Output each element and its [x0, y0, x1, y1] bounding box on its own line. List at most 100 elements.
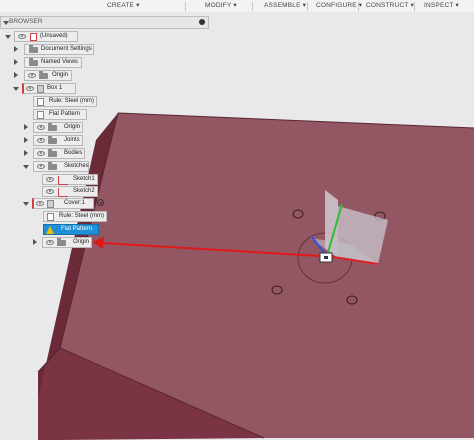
menu-modify[interactable]: MODIFY ▾: [205, 1, 237, 11]
document-settings-node[interactable]: Document Settings: [24, 44, 94, 55]
joints-node[interactable]: Joints: [33, 135, 83, 146]
document-node[interactable]: (Unsaved): [14, 31, 78, 42]
chevron-right-icon[interactable]: [14, 72, 18, 78]
chevron-down-icon[interactable]: [23, 202, 29, 206]
menu-configure[interactable]: CONFIGURE ▾: [316, 1, 362, 11]
tree-row-sketches[interactable]: Sketches: [0, 161, 200, 172]
rule-node[interactable]: Rule: Steel (mm): [43, 211, 107, 222]
menu-inspect[interactable]: INSPECT ▾: [424, 1, 459, 11]
menu-assemble[interactable]: ASSEMBLE ▾: [264, 1, 306, 11]
eye-icon[interactable]: [37, 164, 45, 169]
toolbar-divider: [358, 2, 359, 11]
origin-node[interactable]: Origin: [33, 122, 83, 133]
toolbar-divider: [307, 2, 308, 11]
folder-icon: [48, 149, 57, 157]
origin-node[interactable]: Origin: [24, 70, 72, 81]
tree-label: Sketch1: [73, 176, 95, 182]
eye-icon[interactable]: [46, 177, 54, 182]
menu-construct[interactable]: CONSTRUCT ▾: [366, 1, 414, 11]
chevron-right-icon[interactable]: [33, 239, 37, 245]
tree-label: Flat Pattern: [61, 226, 93, 232]
eye-icon[interactable]: [28, 73, 36, 78]
eye-icon[interactable]: [37, 151, 45, 156]
tree-label: Sketch2: [73, 188, 95, 194]
named-views-node[interactable]: Named Views: [24, 57, 82, 68]
tree-label: Bodies: [64, 150, 83, 156]
sketch-icon: [58, 176, 68, 185]
toolbar-divider: [414, 2, 415, 11]
tree-row-sketch2[interactable]: Sketch2: [0, 186, 200, 197]
radio-target-icon[interactable]: [97, 199, 104, 206]
chevron-down-icon[interactable]: [23, 165, 29, 169]
tree-label: Joints: [64, 137, 80, 143]
browser-title: BROWSER: [9, 18, 43, 25]
folder-icon: [48, 162, 57, 170]
tree-row-bodies[interactable]: Bodies: [0, 148, 200, 159]
tree-row-document[interactable]: (Unsaved): [0, 31, 200, 42]
box-1-component-node[interactable]: Box 1: [22, 83, 76, 94]
tree-row-flat-pattern[interactable]: Flat Pattern: [0, 109, 200, 120]
browser-panel-header[interactable]: BROWSER: [0, 16, 209, 29]
folder-icon: [29, 45, 38, 53]
tree-row-cover-1[interactable]: Cover:1: [0, 198, 200, 209]
eye-icon[interactable]: [37, 125, 45, 130]
tree-row-origin[interactable]: Origin: [0, 122, 200, 133]
tree-row-document-settings[interactable]: Document Settings: [0, 44, 200, 55]
eye-icon[interactable]: [18, 34, 26, 39]
chevron-right-icon[interactable]: [24, 150, 28, 156]
cover-1-component-node[interactable]: Cover:1: [32, 198, 94, 209]
eye-icon[interactable]: [46, 189, 54, 194]
toolbar-divider: [185, 2, 186, 11]
menu-create[interactable]: CREATE ▾: [107, 1, 140, 11]
folder-icon: [48, 136, 57, 144]
folder-icon: [39, 71, 48, 79]
tree-label: Origin: [52, 72, 69, 78]
bodies-node[interactable]: Bodies: [33, 148, 85, 159]
tree-row-box-1[interactable]: Box 1: [0, 83, 200, 94]
tree-row-sketch1[interactable]: Sketch1: [0, 174, 200, 185]
origin-node[interactable]: Origin: [42, 237, 92, 248]
tree-row-rule[interactable]: Rule: Steel (mm): [0, 96, 200, 107]
tree-label: Box 1: [47, 85, 63, 91]
component-icon: [47, 200, 54, 208]
folder-icon: [57, 238, 66, 246]
chevron-right-icon[interactable]: [24, 137, 28, 143]
sketch2-node[interactable]: Sketch2: [42, 186, 98, 197]
tree-label: (Unsaved): [40, 33, 68, 39]
tree-row-flat-pattern-selected[interactable]: Flat Pattern: [0, 224, 200, 235]
eye-icon[interactable]: [26, 86, 34, 91]
document-icon: [47, 213, 54, 221]
tree-row-named-views[interactable]: Named Views: [0, 57, 200, 68]
tree-label: Origin: [64, 124, 81, 130]
document-icon: [37, 111, 44, 119]
eye-icon[interactable]: [37, 138, 45, 143]
component-icon: [37, 85, 44, 93]
tree-row-origin[interactable]: Origin: [0, 237, 200, 248]
chevron-right-icon[interactable]: [24, 124, 28, 130]
document-icon: [37, 98, 44, 106]
sketches-node[interactable]: Sketches: [33, 161, 89, 172]
eye-icon[interactable]: [46, 240, 54, 245]
tree-row-origin[interactable]: Origin: [0, 70, 200, 81]
flat-pattern-node[interactable]: Flat Pattern: [33, 109, 87, 120]
chevron-down-icon[interactable]: [5, 35, 11, 39]
chevron-down-icon[interactable]: [13, 87, 19, 91]
tree-label: Named Views: [41, 59, 78, 65]
close-icon[interactable]: [199, 19, 205, 25]
tree-label: Sketches: [64, 163, 89, 169]
chevron-right-icon[interactable]: [14, 59, 18, 65]
warning-icon: [46, 226, 54, 234]
tree-row-joints[interactable]: Joints: [0, 135, 200, 146]
sketch1-node[interactable]: Sketch1: [42, 174, 98, 185]
origin-point-icon: [324, 256, 328, 259]
tree-label: Flat Pattern: [49, 111, 81, 117]
rule-node[interactable]: Rule: Steel (mm): [33, 96, 97, 107]
chevron-right-icon[interactable]: [14, 46, 18, 52]
tree-label: Rule: Steel (mm): [49, 98, 95, 104]
toolbar-divider: [252, 2, 253, 11]
tree-row-rule[interactable]: Rule: Steel (mm): [0, 211, 200, 222]
tree-label: Origin: [73, 239, 90, 245]
eye-icon[interactable]: [36, 201, 44, 206]
tree-label: Document Settings: [41, 46, 92, 52]
flat-pattern-node[interactable]: Flat Pattern: [43, 224, 99, 235]
